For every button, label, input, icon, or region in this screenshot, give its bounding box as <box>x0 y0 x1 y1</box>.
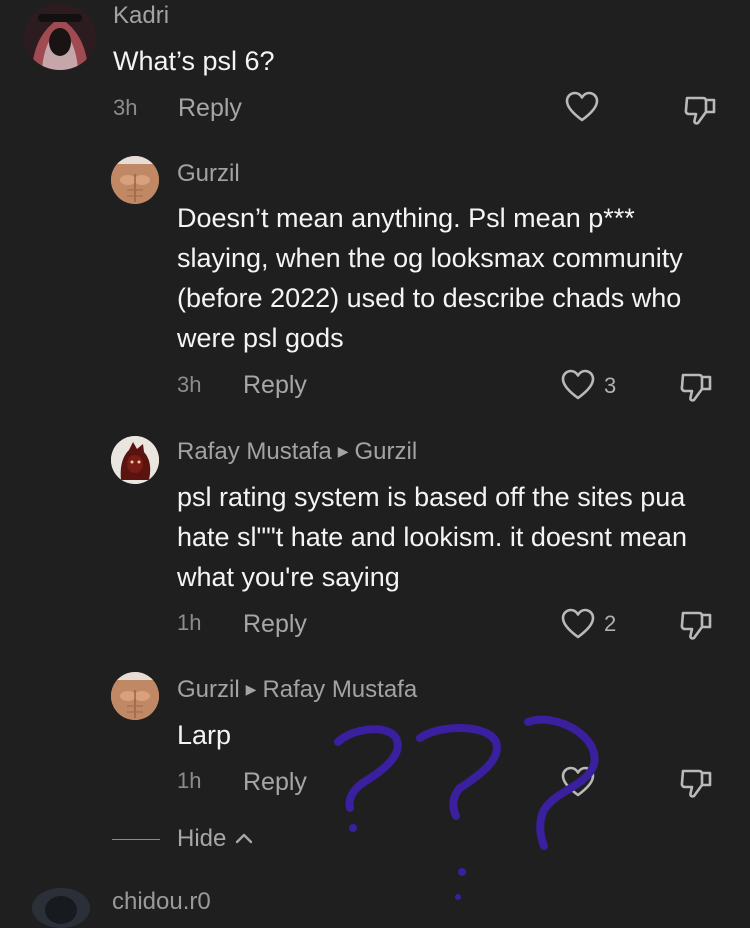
heart-outline-icon[interactable] <box>561 369 595 406</box>
thumbs-down-outline-icon[interactable] <box>679 607 715 648</box>
hide-replies-button[interactable]: Hide <box>177 825 253 853</box>
comment-author[interactable]: Gurzil <box>177 160 240 188</box>
comment-author[interactable]: chidou.r0 <box>112 888 211 916</box>
reply-to-author[interactable]: Gurzil <box>355 438 418 465</box>
comment-text: Larp <box>177 720 232 750</box>
like-count: 3 <box>604 373 617 398</box>
avatar[interactable] <box>111 436 159 484</box>
chevron-up-icon <box>235 833 253 844</box>
dot-scribble <box>349 824 357 832</box>
avatar[interactable] <box>32 888 90 928</box>
like-count: 2 <box>604 611 617 636</box>
comment-text: What’s psl 6? <box>113 46 275 76</box>
comment-author-line: Rafay Mustafa ▶ Gurzil <box>177 438 417 466</box>
reply-button[interactable]: Reply <box>178 94 242 123</box>
comment-time: 1h <box>177 610 202 635</box>
hide-label: Hide <box>177 825 227 852</box>
reply-to-author[interactable]: Rafay Mustafa <box>262 676 417 703</box>
dot-scribble <box>458 868 466 876</box>
reply-button[interactable]: Reply <box>243 371 307 400</box>
reply-button[interactable]: Reply <box>243 610 307 639</box>
comment-time: 1h <box>177 768 202 793</box>
comment-author[interactable]: Rafay Mustafa <box>177 438 332 465</box>
comment-text: psl rating system is based off the sites… <box>177 482 687 592</box>
thumbs-down-outline-icon[interactable] <box>679 369 715 410</box>
comment-time: 3h <box>113 95 138 120</box>
comment-author[interactable]: Kadri <box>113 2 169 30</box>
divider <box>112 839 160 840</box>
avatar[interactable] <box>111 156 159 204</box>
comment-author-line: Gurzil ▶ Rafay Mustafa <box>177 676 417 704</box>
heart-outline-icon[interactable] <box>561 766 595 803</box>
reply-button[interactable]: Reply <box>243 768 307 797</box>
thumbs-down-outline-icon[interactable] <box>683 92 719 133</box>
triangle-right-icon: ▶ <box>245 681 257 697</box>
avatar[interactable] <box>24 4 96 70</box>
avatar[interactable] <box>111 672 159 720</box>
heart-outline-icon[interactable] <box>565 91 599 128</box>
triangle-right-icon: ▶ <box>337 443 349 459</box>
dot-scribble <box>455 894 461 900</box>
comment-text: Doesn’t mean anything. Psl mean p*** sla… <box>177 203 683 353</box>
comment-author[interactable]: Gurzil <box>177 676 240 703</box>
thumbs-down-outline-icon[interactable] <box>679 765 715 806</box>
comment-time: 3h <box>177 372 202 397</box>
heart-outline-icon[interactable] <box>561 608 595 645</box>
